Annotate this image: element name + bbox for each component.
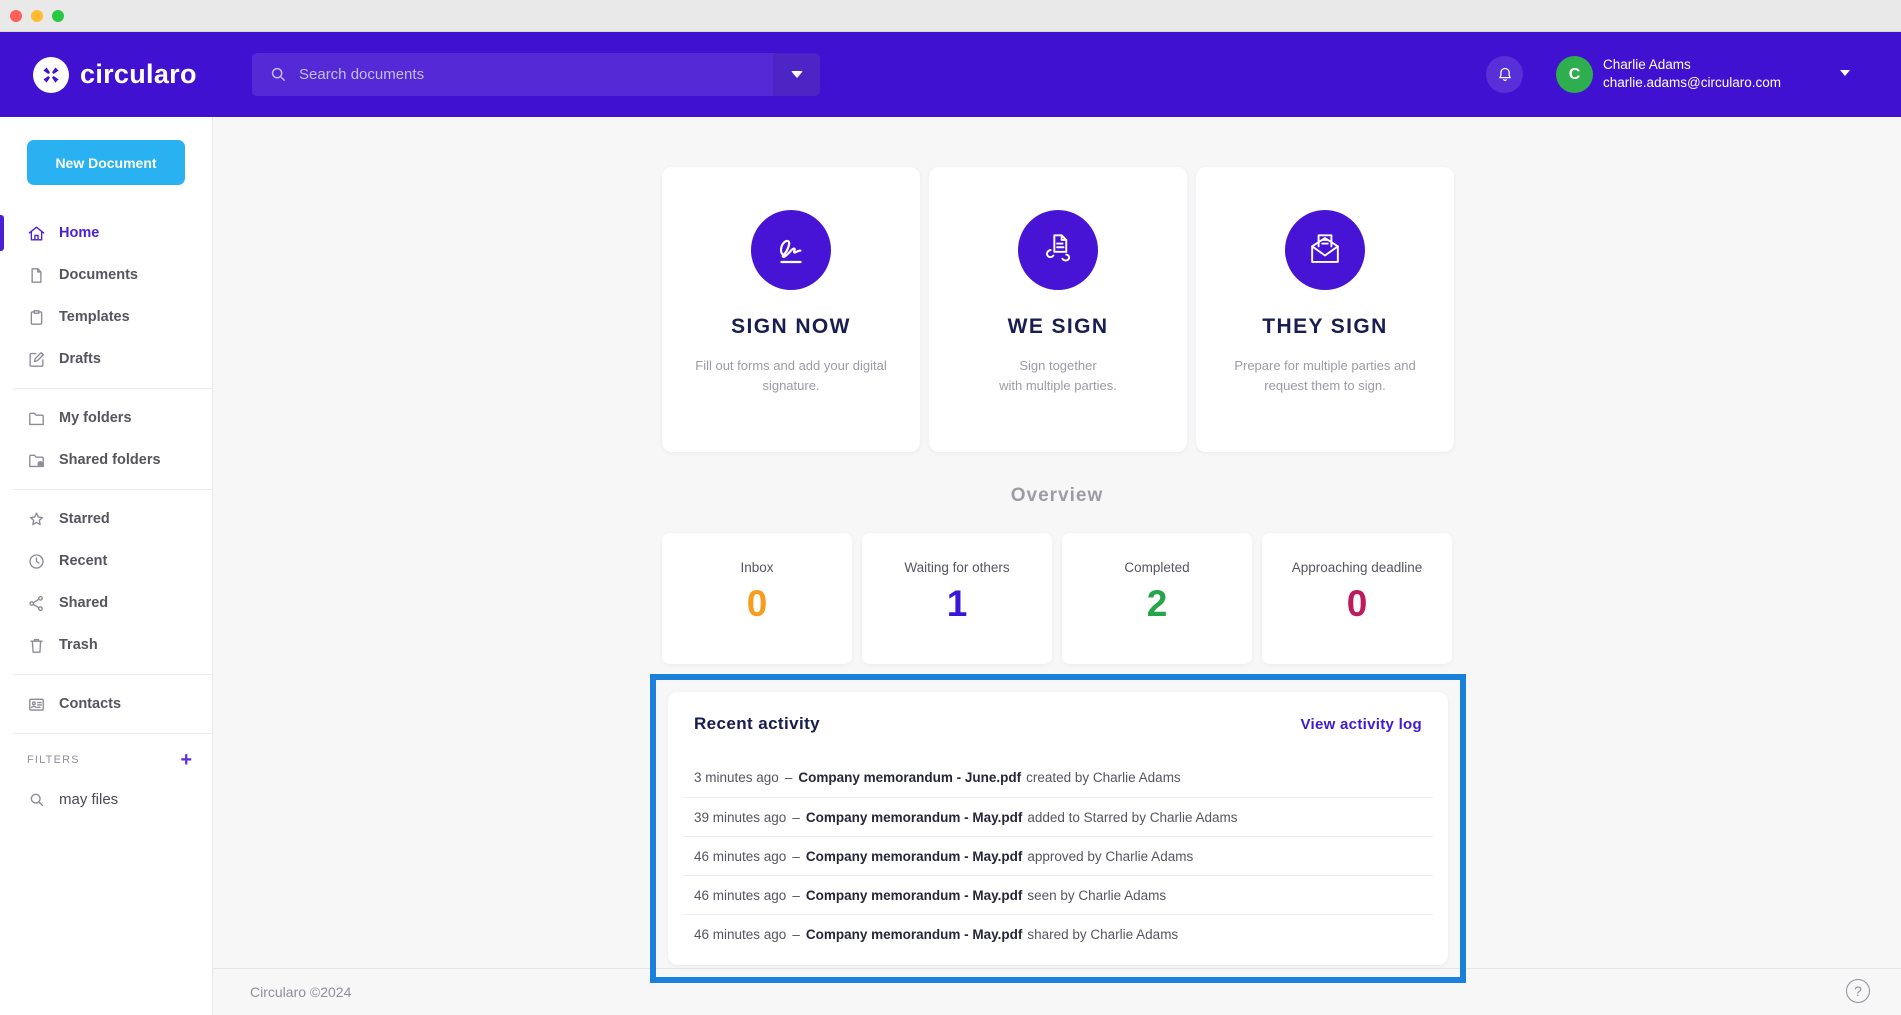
sidebar-item-documents[interactable]: Documents xyxy=(0,254,212,296)
share-icon xyxy=(27,594,46,613)
templates-icon xyxy=(27,308,46,327)
user-menu-chevron-icon[interactable] xyxy=(1840,70,1850,76)
user-email: charlie.adams@circularo.com xyxy=(1603,75,1781,90)
circularo-logo[interactable]: circularo xyxy=(33,32,197,117)
star-icon xyxy=(27,510,46,529)
stat-value: 0 xyxy=(662,583,852,625)
search-scope-dropdown[interactable] xyxy=(773,53,820,96)
sidebar-item-recent[interactable]: Recent xyxy=(0,540,212,582)
stat-value: 0 xyxy=(1262,583,1452,625)
sidebar-item-shared-folders[interactable]: Shared folders xyxy=(0,439,212,481)
recent-activity-highlight: Recent activity View activity log 3 minu… xyxy=(650,674,1466,983)
action-title: WE SIGN xyxy=(929,315,1187,339)
sidebar-item-drafts[interactable]: Drafts xyxy=(0,338,212,380)
add-filter-button[interactable]: + xyxy=(180,750,192,770)
activity-row[interactable]: 46 minutes ago – Company memorandum - Ma… xyxy=(683,914,1433,953)
search-filter-icon xyxy=(27,790,46,809)
hands-document-icon xyxy=(1018,210,1098,290)
main-content: SIGN NOW Fill out forms and add your dig… xyxy=(213,117,1901,1015)
bell-icon xyxy=(1495,65,1515,85)
overview-stats: Inbox 0 Waiting for others 1 Completed 2… xyxy=(662,533,1452,664)
stat-label: Inbox xyxy=(662,560,852,575)
action-title: THEY SIGN xyxy=(1196,315,1454,339)
stat-label: Completed xyxy=(1062,560,1252,575)
stat-value: 2 xyxy=(1062,583,1252,625)
copyright-text: Circularo ©2024 xyxy=(250,984,351,1000)
drafts-icon xyxy=(27,350,46,369)
stat-card-approaching-deadline[interactable]: Approaching deadline 0 xyxy=(1262,533,1452,664)
view-activity-log-link[interactable]: View activity log xyxy=(1300,716,1422,733)
they-sign-card[interactable]: THEY SIGN Prepare for multiple parties a… xyxy=(1196,167,1454,452)
activity-list: 3 minutes ago – Company memorandum - Jun… xyxy=(668,758,1448,953)
document-icon xyxy=(27,266,46,285)
search-bar xyxy=(252,53,820,96)
stat-label: Approaching deadline xyxy=(1262,560,1452,575)
new-document-button[interactable]: New Document xyxy=(27,140,185,185)
filter-item-may-files[interactable]: may files xyxy=(0,778,212,820)
shared-folder-icon xyxy=(27,451,46,470)
user-name: Charlie Adams xyxy=(1603,57,1781,72)
stat-value: 1 xyxy=(862,583,1052,625)
notifications-button[interactable] xyxy=(1486,56,1523,93)
zoom-button[interactable] xyxy=(52,10,64,22)
app-header: circularo C Charlie Adams charlie.adams@… xyxy=(0,32,1901,117)
contacts-icon xyxy=(27,695,46,714)
recent-activity-title: Recent activity xyxy=(694,714,820,734)
minimize-button[interactable] xyxy=(31,10,43,22)
stat-card-inbox[interactable]: Inbox 0 xyxy=(662,533,852,664)
sidebar-item-templates[interactable]: Templates xyxy=(0,296,212,338)
signature-icon xyxy=(751,210,831,290)
active-indicator xyxy=(0,215,4,251)
help-button[interactable]: ? xyxy=(1846,979,1870,1003)
sidebar-divider xyxy=(13,733,212,734)
filters-header: FILTERS + xyxy=(0,742,212,778)
sidebar-item-my-folders[interactable]: My folders xyxy=(0,397,212,439)
brand-name: circularo xyxy=(80,59,197,90)
sidebar-divider xyxy=(13,674,212,675)
close-button[interactable] xyxy=(10,10,22,22)
sign-now-card[interactable]: SIGN NOW Fill out forms and add your dig… xyxy=(662,167,920,452)
avatar[interactable]: C xyxy=(1556,56,1593,93)
chevron-down-icon xyxy=(791,71,803,78)
action-title: SIGN NOW xyxy=(662,315,920,339)
sidebar-item-shared[interactable]: Shared xyxy=(0,582,212,624)
filters-label: FILTERS xyxy=(27,754,80,766)
recent-activity-panel: Recent activity View activity log 3 minu… xyxy=(668,692,1448,965)
search-icon xyxy=(268,64,288,89)
stat-label: Waiting for others xyxy=(862,560,1052,575)
sidebar-divider xyxy=(13,388,212,389)
sidebar: New Document Home Documents Templates xyxy=(0,117,213,1015)
circularo-logo-icon xyxy=(33,57,69,93)
activity-row[interactable]: 3 minutes ago – Company memorandum - Jun… xyxy=(683,758,1433,797)
activity-row[interactable]: 46 minutes ago – Company memorandum - Ma… xyxy=(683,836,1433,875)
clock-icon xyxy=(27,552,46,571)
recent-activity-header: Recent activity View activity log xyxy=(668,692,1448,734)
user-menu[interactable]: Charlie Adams charlie.adams@circularo.co… xyxy=(1603,57,1781,90)
action-cards: SIGN NOW Fill out forms and add your dig… xyxy=(662,167,1454,452)
stat-card-waiting-for-others[interactable]: Waiting for others 1 xyxy=(862,533,1052,664)
overview-heading: Overview xyxy=(213,485,1901,507)
macos-titlebar xyxy=(0,0,1901,32)
activity-row[interactable]: 46 minutes ago – Company memorandum - Ma… xyxy=(683,875,1433,914)
action-description: Fill out forms and add your digital sign… xyxy=(662,356,920,396)
stat-card-completed[interactable]: Completed 2 xyxy=(1062,533,1252,664)
sidebar-item-starred[interactable]: Starred xyxy=(0,498,212,540)
sidebar-item-contacts[interactable]: Contacts xyxy=(0,683,212,725)
sidebar-divider xyxy=(13,489,212,490)
trash-icon xyxy=(27,636,46,655)
action-description: Sign together with multiple parties. xyxy=(929,356,1187,396)
we-sign-card[interactable]: WE SIGN Sign together with multiple part… xyxy=(929,167,1187,452)
action-description: Prepare for multiple parties and request… xyxy=(1196,356,1454,396)
folder-icon xyxy=(27,409,46,428)
sidebar-item-trash[interactable]: Trash xyxy=(0,624,212,666)
search-input[interactable] xyxy=(252,53,773,96)
home-icon xyxy=(27,224,46,243)
envelope-document-icon xyxy=(1285,210,1365,290)
sidebar-item-home[interactable]: Home xyxy=(0,212,212,254)
activity-row[interactable]: 39 minutes ago – Company memorandum - Ma… xyxy=(683,797,1433,836)
